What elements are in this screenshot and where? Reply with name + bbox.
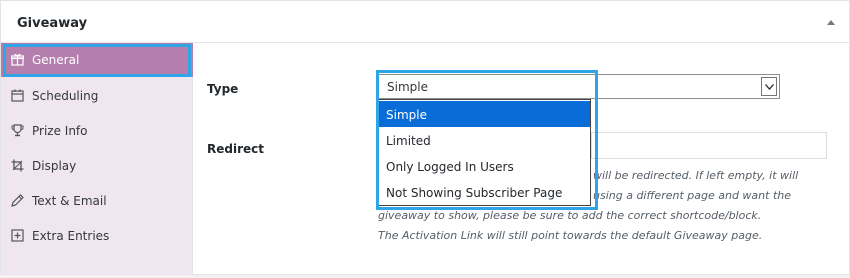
help-line: using a different page and want the: [593, 189, 791, 202]
collapse-toggle-icon[interactable]: [827, 20, 835, 25]
tab-label: General: [32, 53, 80, 67]
dropdown-option-logged-in[interactable]: Only Logged In Users: [379, 153, 590, 179]
trophy-icon: [11, 124, 24, 137]
giveaway-panel: Giveaway General Scheduling Prize Info D…: [0, 0, 850, 275]
tab-text-email[interactable]: Text & Email: [1, 184, 193, 219]
redirect-label: Redirect: [207, 142, 264, 156]
tab-prize-info[interactable]: Prize Info: [1, 114, 193, 149]
help-line: will be redirected. If left empty, it wi…: [593, 169, 799, 182]
crop-icon: [11, 159, 24, 172]
type-dropdown-list: Simple Limited Only Logged In Users Not …: [378, 99, 591, 206]
dropdown-option-simple[interactable]: Simple: [379, 101, 590, 127]
help-line: The Activation Link will still point tow…: [378, 229, 763, 242]
dropdown-option-not-showing-subscriber[interactable]: Not Showing Subscriber Page: [379, 179, 590, 205]
chevron-down-icon[interactable]: [761, 77, 777, 96]
tab-general[interactable]: General: [1, 43, 193, 77]
tab-display[interactable]: Display: [1, 149, 193, 184]
tab-label: Text & Email: [32, 194, 107, 208]
settings-sidebar: General Scheduling Prize Info Display Te…: [1, 43, 193, 275]
tab-label: Extra Entries: [32, 229, 110, 243]
panel-title: Giveaway: [17, 16, 88, 31]
tab-extra-entries[interactable]: Extra Entries: [1, 219, 193, 254]
help-line: giveaway to show, please be sure to add …: [378, 209, 762, 222]
tab-label: Scheduling: [32, 89, 99, 103]
settings-content: Type Simple Redirect will be redirected.…: [194, 43, 850, 275]
dropdown-option-limited[interactable]: Limited: [379, 127, 590, 153]
tab-scheduling[interactable]: Scheduling: [1, 79, 193, 114]
calendar-icon: [11, 89, 24, 102]
redirect-url-input[interactable]: [591, 132, 827, 159]
tab-label: Prize Info: [32, 124, 88, 138]
pencil-icon: [11, 194, 24, 207]
type-select[interactable]: Simple: [378, 74, 780, 99]
panel-header[interactable]: Giveaway: [1, 1, 849, 43]
type-select-value: Simple: [387, 80, 428, 94]
gift-icon: [10, 53, 25, 66]
plus-box-icon: [11, 229, 24, 242]
type-label: Type: [207, 82, 239, 96]
tab-label: Display: [32, 159, 77, 173]
